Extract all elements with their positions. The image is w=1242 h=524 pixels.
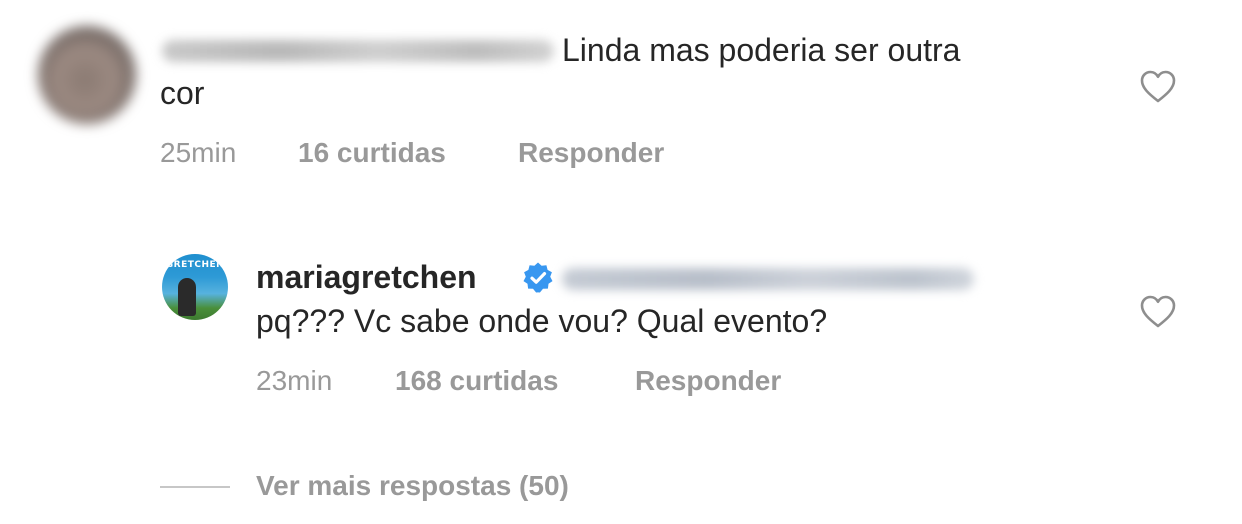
comment-text-line2: cor (160, 75, 205, 111)
reply-likes-count[interactable]: 168 curtidas (395, 364, 558, 398)
commenter-avatar[interactable] (38, 26, 136, 124)
reply-timestamp: 23min (256, 365, 333, 396)
mentioned-username-blurred[interactable] (562, 268, 974, 290)
avatar-figure (178, 278, 196, 316)
comment-text-line1: Linda mas poderia ser outra (562, 32, 961, 68)
heart-outline-icon[interactable] (1140, 295, 1176, 329)
view-more-replies-button[interactable]: Ver mais respostas (50) (256, 469, 569, 503)
reply-username[interactable]: mariagretchen (256, 256, 477, 299)
heart-outline-icon[interactable] (1140, 70, 1176, 104)
avatar-caption: GRETCHEN (165, 260, 225, 270)
commenter-username-blurred[interactable] (162, 40, 554, 62)
more-replies-divider (160, 486, 230, 488)
reply-text: pq??? Vc sabe onde vou? Qual evento? (256, 303, 828, 339)
comment-timestamp: 25min (160, 137, 237, 168)
reply-button[interactable]: Responder (518, 136, 664, 170)
verified-badge-icon (523, 262, 553, 293)
comment-likes-count[interactable]: 16 curtidas (298, 136, 446, 170)
mariagretchen-avatar[interactable]: GRETCHEN (162, 254, 228, 320)
reply-button[interactable]: Responder (635, 364, 781, 398)
